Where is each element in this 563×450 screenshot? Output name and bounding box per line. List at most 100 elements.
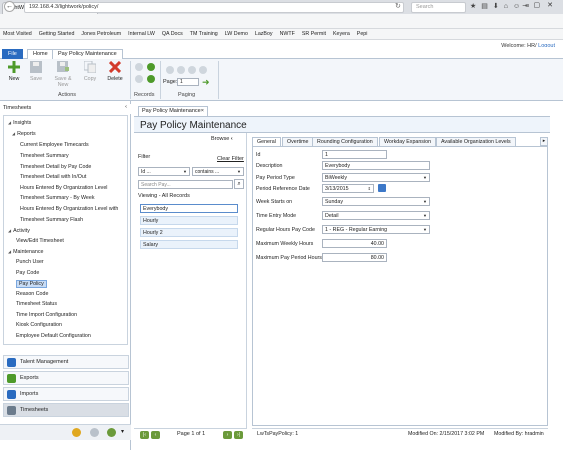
copy-button[interactable]: Copy [79, 61, 101, 82]
document-tab[interactable]: Pay Policy Maintenance × [138, 106, 208, 116]
last-record-icon[interactable] [147, 75, 155, 83]
expand-triangle-icon[interactable]: ◢ [12, 131, 15, 136]
tab-scroll-right-icon[interactable]: ▸ [540, 137, 548, 146]
url-input[interactable]: 192.168.4.3/lightwork/policy/ [24, 2, 404, 13]
last-page-icon[interactable] [199, 66, 207, 74]
next-page-icon[interactable] [188, 66, 196, 74]
field-value[interactable]: Sunday ▼ [322, 197, 430, 206]
next-page-button[interactable]: › [223, 431, 232, 439]
nav-item-timesheets[interactable]: Timesheets [3, 403, 129, 417]
tree-item[interactable]: Reason Code [16, 291, 48, 297]
browse-toggle[interactable]: Browse ‹ [211, 136, 233, 142]
bookmark-item[interactable]: Keyera [333, 31, 350, 37]
tab-file[interactable]: File [2, 49, 23, 59]
bookmark-item[interactable]: Pepi [357, 31, 368, 37]
bookmark-item[interactable]: Most Visited [3, 31, 32, 37]
tree-item[interactable]: Timesheet Detail with In/Out [20, 174, 86, 180]
people-icon[interactable] [72, 428, 81, 437]
tree-item[interactable]: Hours Entered By Organization Level with [20, 206, 118, 212]
tab-available-organization-levels[interactable]: Available Organization Levels [436, 137, 516, 146]
tree-item[interactable]: Employee Default Configuration [16, 333, 91, 339]
tree-item[interactable]: Timesheet Summary - By Week [20, 195, 94, 201]
tree-item[interactable]: ◢ Reports [12, 131, 36, 137]
tab-overtime[interactable]: Overtime [282, 137, 314, 146]
bookmark-item[interactable]: Internal LW [128, 31, 155, 37]
bookmark-item[interactable]: LazBoy [255, 31, 273, 37]
next-record-icon[interactable] [135, 75, 143, 83]
close-document-icon[interactable]: × [201, 108, 204, 114]
nav-item-imports[interactable]: Imports [3, 387, 129, 401]
tree-item[interactable]: Hours Entered By Organization Level [20, 185, 107, 191]
tree-item[interactable]: Time Import Configuration [16, 312, 77, 318]
field-value[interactable]: 80.00 [322, 253, 387, 262]
collapse-chevron-icon[interactable]: ‹ [125, 104, 127, 110]
field-value[interactable]: 1 [322, 150, 387, 159]
bookmark-item[interactable]: TM Training [190, 31, 218, 37]
list-item[interactable]: Salary [140, 240, 238, 249]
go-arrow-icon[interactable]: ➜ [202, 77, 210, 88]
tab-general[interactable]: General [252, 137, 281, 146]
tab-workday-expansion[interactable]: Workday Expansion [379, 137, 437, 146]
last-page-button[interactable]: ›| [234, 431, 243, 439]
expand-triangle-icon[interactable]: ◢ [8, 120, 11, 125]
bookmark-item[interactable]: LW Demo [225, 31, 248, 37]
expand-triangle-icon[interactable]: ◢ [8, 228, 11, 233]
tree-item[interactable]: ◢ Maintenance [8, 249, 43, 255]
page-input[interactable]: 1 [177, 78, 199, 86]
save-button[interactable]: Save [25, 61, 47, 82]
bookmark-item[interactable]: Jones Petroleum [81, 31, 121, 37]
bookmark-item[interactable]: Getting Started [39, 31, 75, 37]
field-value[interactable]: BiWeekly ▼ [322, 173, 430, 182]
first-page-button[interactable]: |‹ [140, 431, 149, 439]
delete-button[interactable]: Delete [104, 61, 126, 82]
tree-item[interactable]: Pay Policy [16, 280, 47, 288]
filter-field-select[interactable]: Id ... ▼ [138, 167, 190, 176]
list-item[interactable]: Everybody [140, 204, 238, 213]
tree-item[interactable]: Punch User [16, 259, 44, 265]
search-pay-input[interactable]: Search Pay... [138, 180, 233, 189]
search-icon[interactable]: ⌕ [234, 179, 244, 189]
bookmark-item[interactable]: SR Permit [302, 31, 326, 37]
nav-item-exports[interactable]: Exports [3, 371, 129, 385]
tree-item[interactable]: Timesheet Detail by Pay Code [20, 164, 91, 170]
tree-item[interactable]: ◢ Insights [8, 120, 31, 126]
tree-item[interactable]: Current Employee Timecards [20, 142, 89, 148]
new-button[interactable]: New [3, 61, 25, 82]
help-icon[interactable] [107, 428, 116, 437]
tree-item[interactable]: View/Edit Timesheet [16, 238, 64, 244]
tree-item[interactable]: Pay Code [16, 270, 39, 276]
nav-item-talent-management[interactable]: Talent Management [3, 355, 129, 369]
settings-icon[interactable] [90, 428, 99, 437]
field-value[interactable]: Detail ▼ [322, 211, 430, 220]
field-value[interactable]: 1 - REG - Regular Earning ▼ [322, 225, 430, 234]
field-value[interactable]: 40.00 [322, 239, 387, 248]
bookmark-item[interactable]: NWTF [280, 31, 295, 37]
list-item[interactable]: Hourly 2 [140, 228, 238, 237]
clear-filter-link[interactable]: Clear Filter [217, 156, 244, 162]
list-item[interactable]: Hourly [140, 216, 238, 225]
field-value[interactable]: Everybody [322, 161, 430, 170]
browser-toolbar-icons[interactable]: ★▤⬇⌂☺≡ [470, 2, 534, 10]
previous-record-icon[interactable] [147, 63, 155, 71]
field-value[interactable]: 3/13/2015 ⇕ [322, 184, 374, 193]
browser-search-input[interactable]: Search [411, 2, 466, 13]
tree-item[interactable]: Kiosk Configuration [16, 322, 62, 328]
back-button-icon[interactable]: ← [4, 1, 15, 12]
previous-page-icon[interactable] [177, 66, 185, 74]
save-and-new-button[interactable]: Save & New [50, 61, 76, 88]
calendar-icon[interactable] [378, 184, 386, 192]
tab-home[interactable]: Home [27, 49, 54, 59]
bookmark-item[interactable]: QA Docs [162, 31, 183, 37]
chevron-down-icon[interactable]: ▾ [121, 428, 124, 435]
first-record-icon[interactable] [135, 63, 143, 71]
tree-item[interactable]: Timesheet Summary [20, 153, 69, 159]
tree-item[interactable]: ◢ Activity [8, 228, 30, 234]
date-spinner-icon[interactable]: ⇕ [368, 186, 371, 191]
filter-operator-select[interactable]: contains ... ▼ [192, 167, 244, 176]
previous-page-button[interactable]: ‹ [151, 431, 160, 439]
expand-triangle-icon[interactable]: ◢ [8, 249, 11, 254]
first-page-icon[interactable] [166, 66, 174, 74]
tree-item[interactable]: Timesheet Summary Flash [20, 217, 83, 223]
reload-icon[interactable]: ↻ [395, 2, 401, 10]
tab-rounding-configuration[interactable]: Rounding Configuration [312, 137, 378, 146]
